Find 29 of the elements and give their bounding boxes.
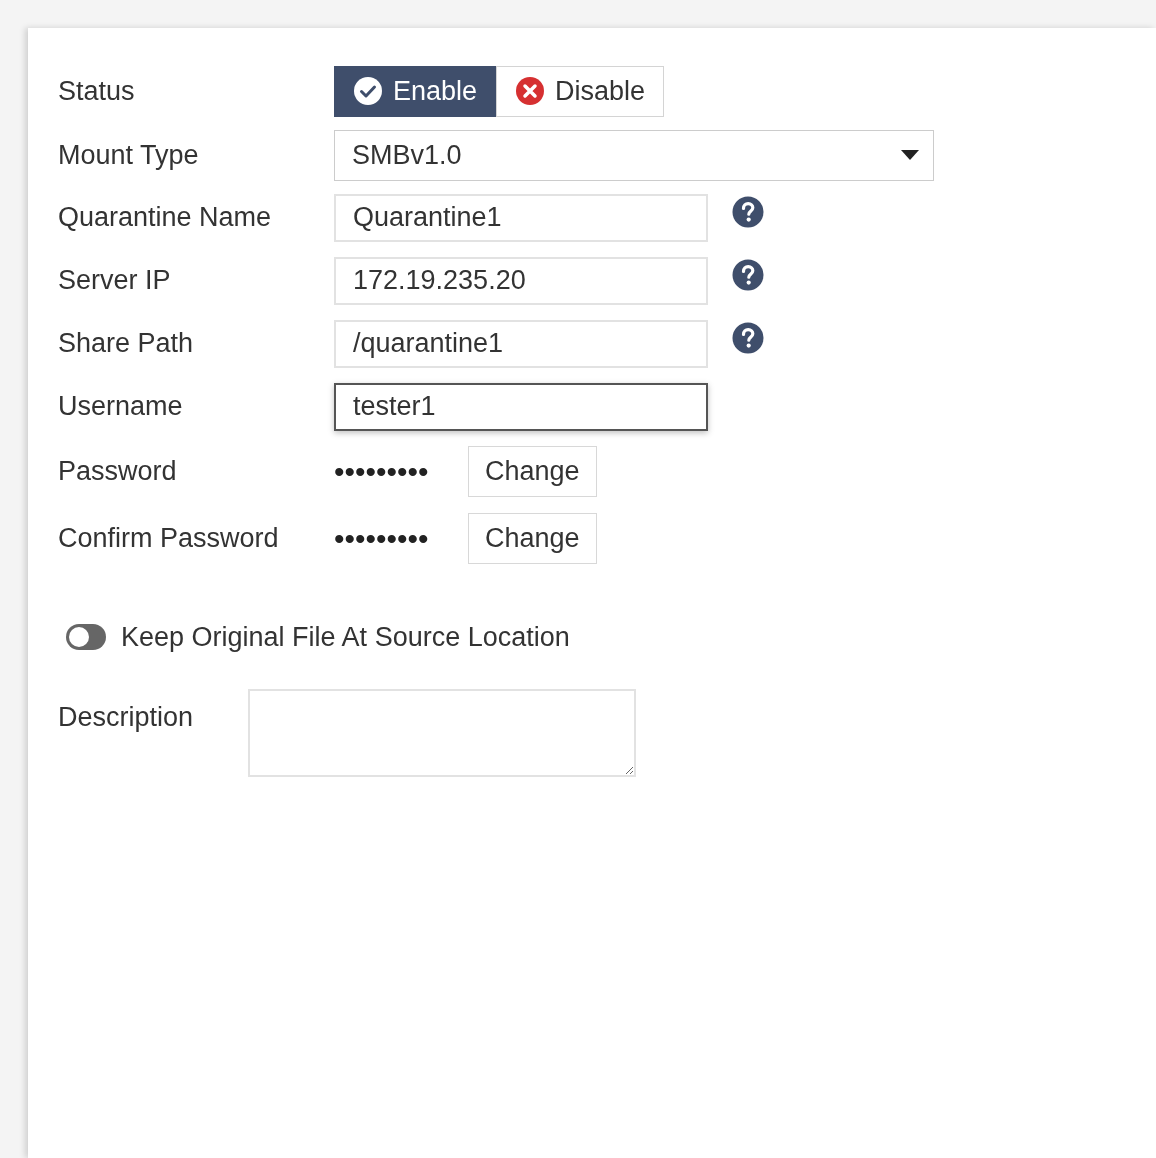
masked-password: •••••••••	[334, 521, 430, 557]
field-label: Server IP	[58, 264, 172, 298]
mount-type-dropdown[interactable]: SMBv1.0	[334, 129, 934, 181]
text-field[interactable]: Quarantine1	[334, 193, 708, 242]
field-label: Quarantine Name	[58, 201, 273, 235]
field-label: Status	[58, 74, 136, 108]
close-circle-icon	[515, 76, 546, 106]
description-field[interactable]	[248, 689, 636, 777]
text-field[interactable]: 172.19.235.20	[334, 256, 708, 305]
caret-icon	[901, 150, 919, 160]
text-field[interactable]: /quarantine1	[334, 319, 708, 368]
field-label: Password	[58, 455, 178, 489]
change-button[interactable]: Change	[468, 446, 597, 497]
field-label: Mount Type	[58, 138, 200, 172]
masked-password: •••••••••	[334, 454, 430, 490]
toggle-label: Keep Original File At Source Location	[121, 620, 570, 654]
text-field[interactable]: tester1	[334, 382, 708, 431]
status-toggle-button[interactable]: Disable	[496, 65, 665, 117]
field-label: Share Path	[58, 327, 195, 361]
change-button[interactable]: Change	[468, 513, 597, 564]
field-label: Description	[58, 701, 195, 734]
toggle-switch[interactable]	[66, 624, 106, 650]
help-icon[interactable]	[732, 195, 764, 228]
field-label: Username	[58, 390, 184, 424]
help-icon[interactable]	[732, 258, 764, 291]
check-circle-icon	[353, 76, 383, 106]
field-label: Confirm Password	[58, 522, 280, 556]
help-icon[interactable]	[732, 321, 764, 354]
status-toggle-button[interactable]: Enable	[334, 65, 497, 117]
